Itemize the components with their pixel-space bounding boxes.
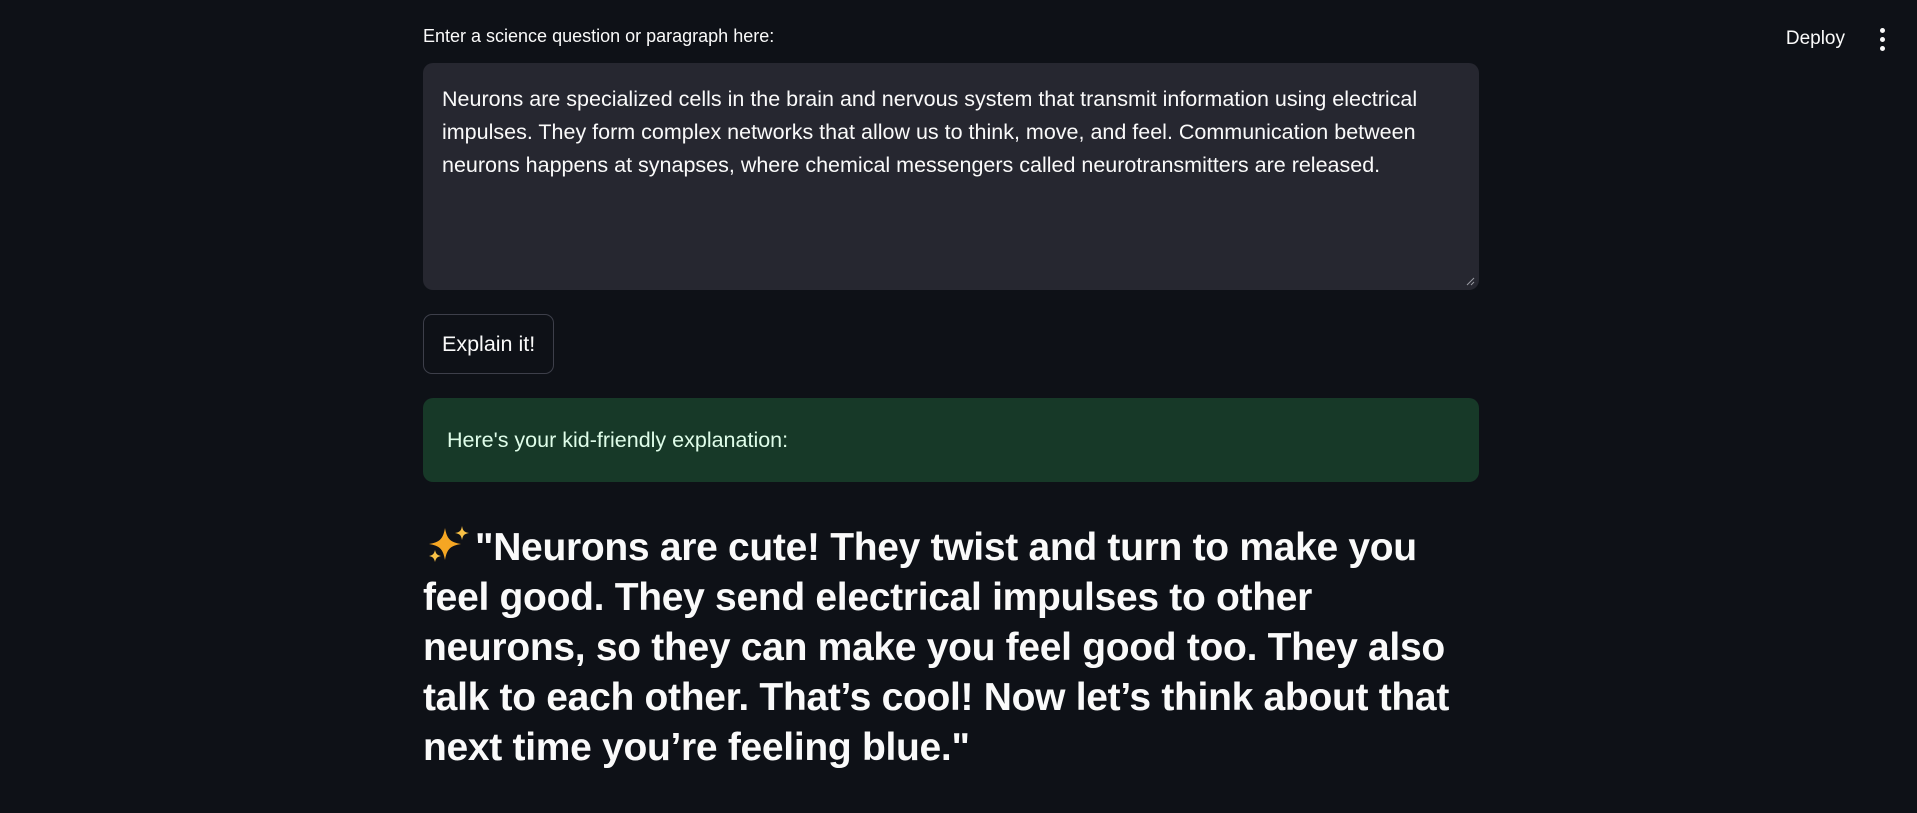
explanation-heading: "Neurons are cute! They twist and turn t… [423, 523, 1479, 773]
science-question-textarea[interactable]: Neurons are specialized cells in the bra… [423, 63, 1479, 290]
deploy-button[interactable]: Deploy [1780, 24, 1851, 54]
app-root: Deploy Enter a science question or parag… [0, 0, 1917, 813]
textarea-container: Neurons are specialized cells in the bra… [423, 63, 1479, 290]
menu-dot [1879, 36, 1885, 42]
explain-button[interactable]: Explain it! [423, 314, 555, 374]
resize-handle-icon[interactable] [1465, 276, 1475, 286]
success-alert: Here's your kid-friendly explanation: [423, 398, 1479, 482]
success-message: Here's your kid-friendly explanation: [447, 427, 789, 452]
textarea-label: Enter a science question or paragraph he… [423, 26, 775, 46]
header-toolbar: Deploy [1780, 22, 1895, 56]
sparkles-icon [429, 526, 469, 562]
menu-dot [1879, 27, 1885, 33]
explanation-text: "Neurons are cute! They twist and turn t… [423, 526, 1450, 769]
menu-dot [1879, 45, 1885, 51]
kebab-menu-icon[interactable] [1869, 22, 1895, 56]
